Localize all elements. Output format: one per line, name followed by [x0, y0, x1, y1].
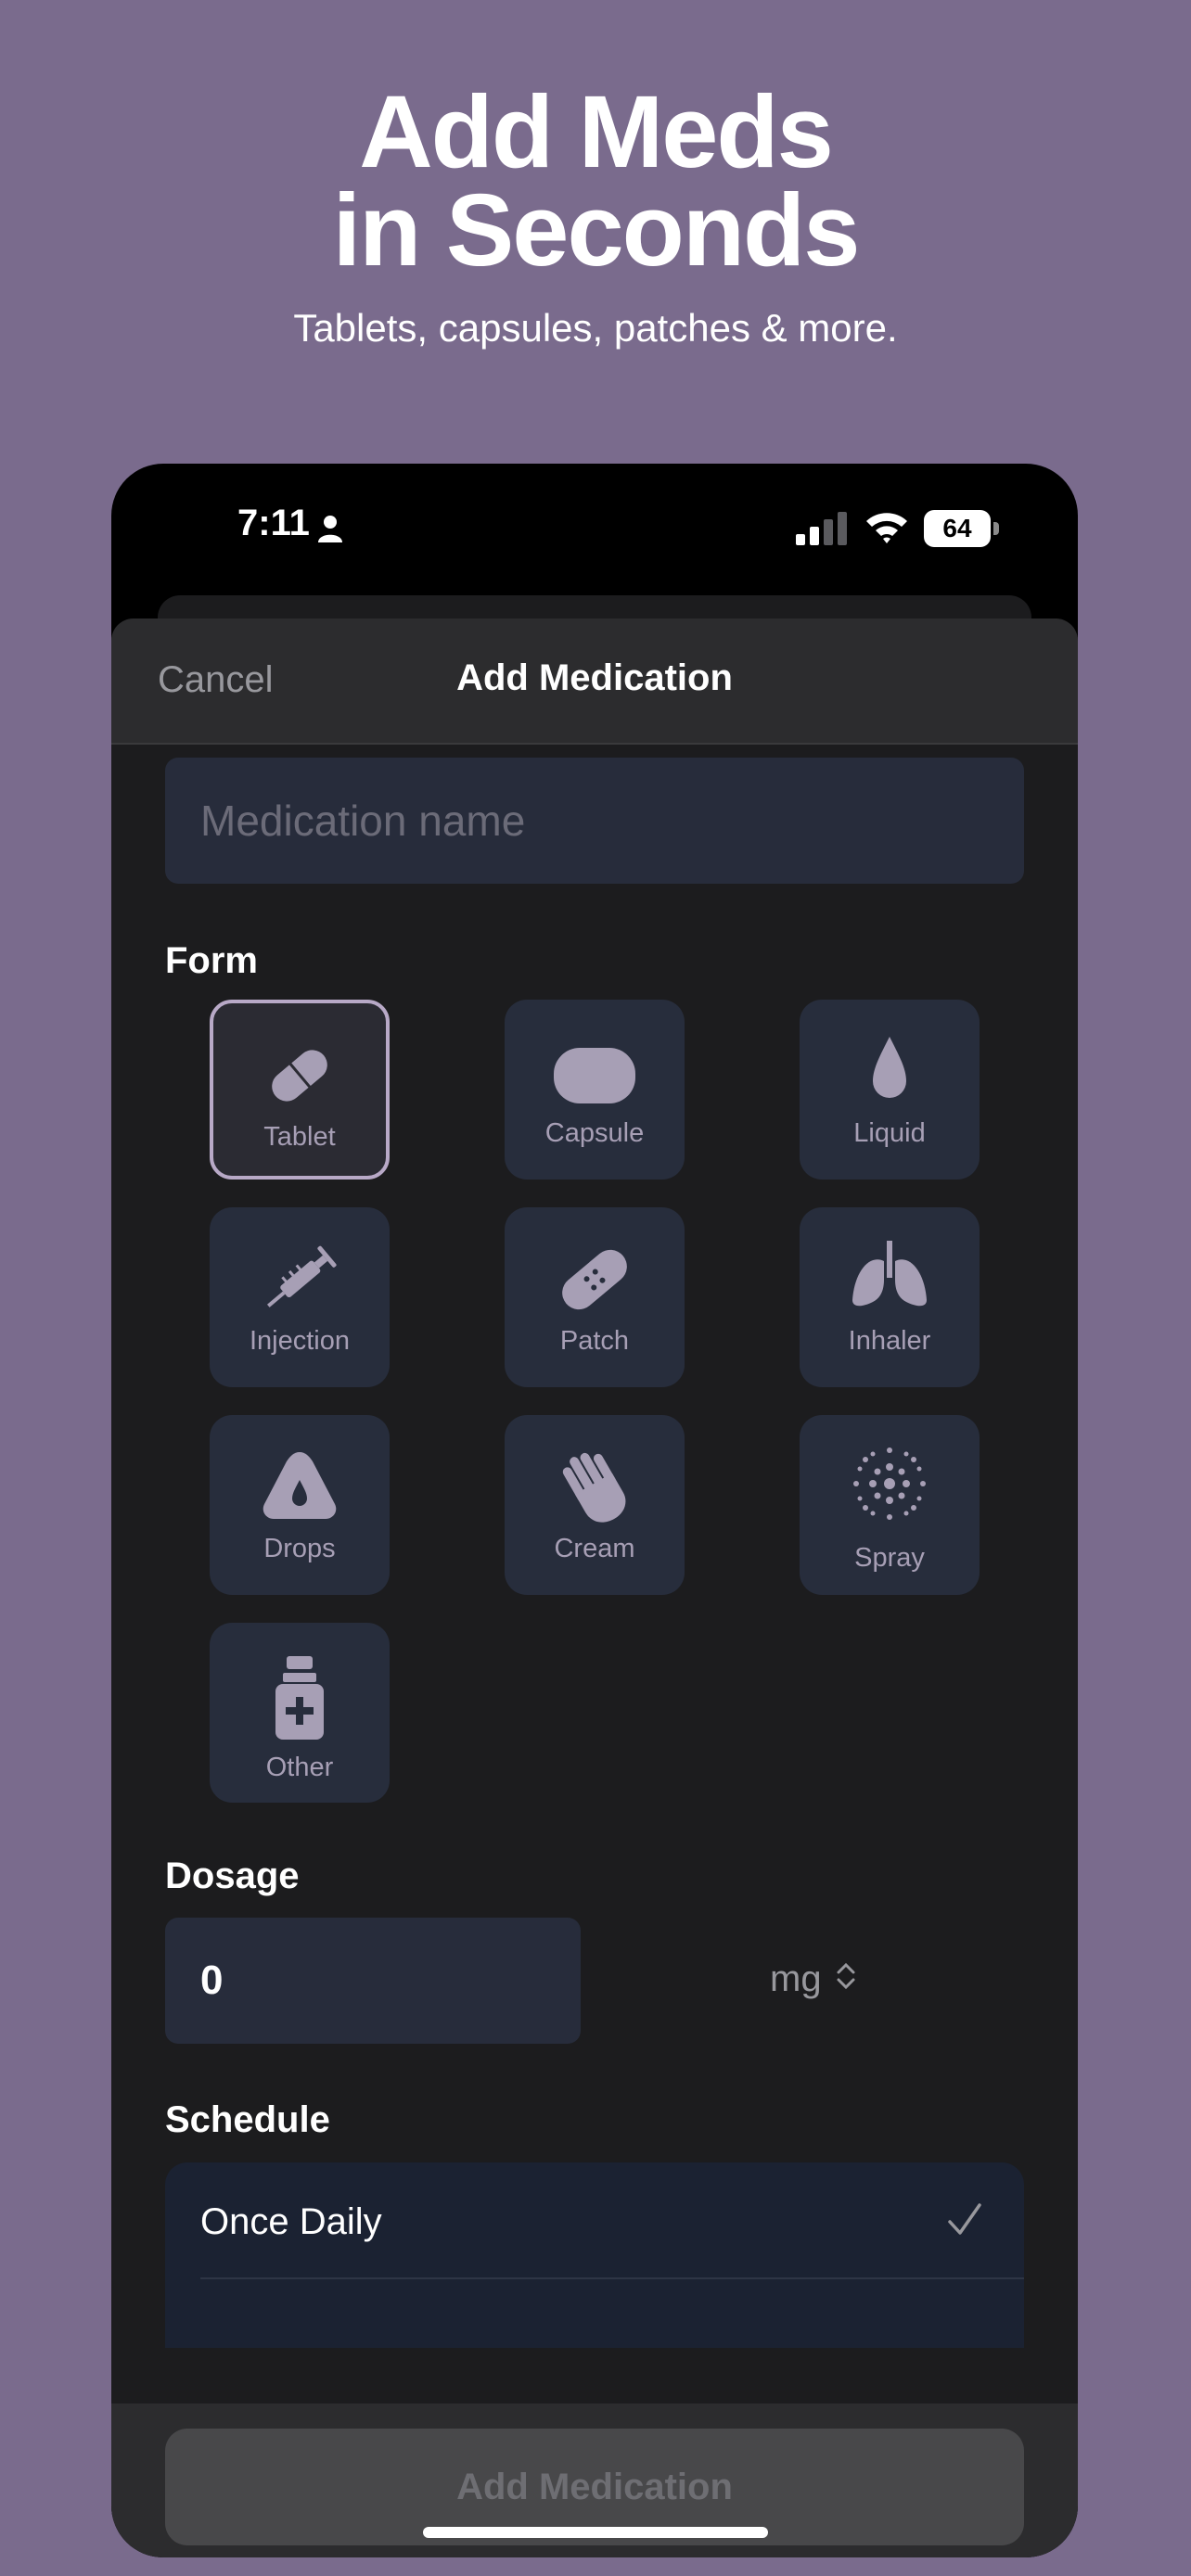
tile-label: Liquid	[853, 1118, 926, 1148]
battery-level: 64	[924, 510, 991, 547]
form-option-cream[interactable]: Cream	[505, 1415, 685, 1595]
divider	[200, 2277, 1024, 2279]
tile-label: Inhaler	[848, 1326, 931, 1356]
drops-icon	[263, 1452, 337, 1519]
add-medication-sheet: Cancel Add Medication Form Tablet Capsul…	[111, 618, 1078, 2557]
phone-frame: 7:11 64 Cancel Add Medication Form	[111, 464, 1078, 2557]
dosage-section-label: Dosage	[165, 1855, 300, 1896]
sheet-nav-bar: Cancel Add Medication	[111, 618, 1078, 745]
person-icon	[318, 516, 342, 542]
tile-label: Patch	[559, 1326, 630, 1356]
lungs-icon	[852, 1241, 927, 1307]
battery-cap	[993, 522, 999, 535]
tile-label: Cream	[554, 1534, 635, 1563]
medicine-bottle-icon	[275, 1656, 324, 1740]
dosage-input[interactable]: 0	[165, 1918, 581, 2044]
tile-label: Other	[265, 1753, 334, 1782]
promo-headline-line1: Add Meds	[359, 75, 834, 189]
battery-indicator: 64	[924, 510, 1000, 547]
status-time: 7:11	[237, 503, 310, 543]
form-option-spray[interactable]: Spray	[800, 1415, 980, 1595]
schedule-option-label: Once Daily	[200, 2201, 382, 2242]
form-option-capsule[interactable]: Capsule	[505, 1000, 685, 1180]
form-section-label: Form	[165, 940, 258, 981]
spray-dots-icon	[853, 1447, 926, 1520]
schedule-options-card: Once Daily	[165, 2162, 1024, 2348]
cellular-signal-icon	[796, 512, 847, 545]
checkmark-icon	[948, 2203, 981, 2235]
medication-name-input[interactable]	[165, 758, 1024, 884]
bandage-icon	[562, 1249, 627, 1310]
form-option-tablet[interactable]: Tablet	[210, 1000, 390, 1180]
chevron-up-down-icon	[837, 1962, 855, 1990]
tile-label: Spray	[854, 1543, 925, 1573]
form-option-patch[interactable]: Patch	[505, 1207, 685, 1387]
home-indicator[interactable]	[423, 2527, 768, 2538]
liquid-drop-icon	[873, 1037, 906, 1098]
promo-subhead: Tablets, capsules, patches & more.	[293, 306, 898, 350]
hand-icon	[562, 1452, 626, 1523]
capsule-icon	[554, 1048, 635, 1103]
form-option-inhaler[interactable]: Inhaler	[800, 1207, 980, 1387]
tile-label: Capsule	[544, 1118, 645, 1148]
form-option-drops[interactable]: Drops	[210, 1415, 390, 1595]
form-option-liquid[interactable]: Liquid	[800, 1000, 980, 1180]
tile-label: Injection	[249, 1326, 350, 1356]
tile-label: Tablet	[263, 1122, 336, 1152]
unit-label: mg	[770, 1958, 822, 1999]
wifi-icon	[866, 513, 907, 543]
promo-headline: Add Meds in Seconds	[0, 75, 1191, 287]
tablet-icon	[272, 1050, 327, 1102]
tile-label: Drops	[263, 1534, 336, 1563]
sheet-title: Add Medication	[456, 657, 733, 698]
schedule-section-label: Schedule	[165, 2099, 330, 2140]
form-option-injection[interactable]: Injection	[210, 1207, 390, 1387]
syringe-icon	[267, 1245, 337, 1307]
form-option-other[interactable]: Other	[210, 1623, 390, 1803]
status-bar: 7:11 64	[111, 464, 1078, 584]
promo-headline-line2: in Seconds	[332, 173, 861, 287]
